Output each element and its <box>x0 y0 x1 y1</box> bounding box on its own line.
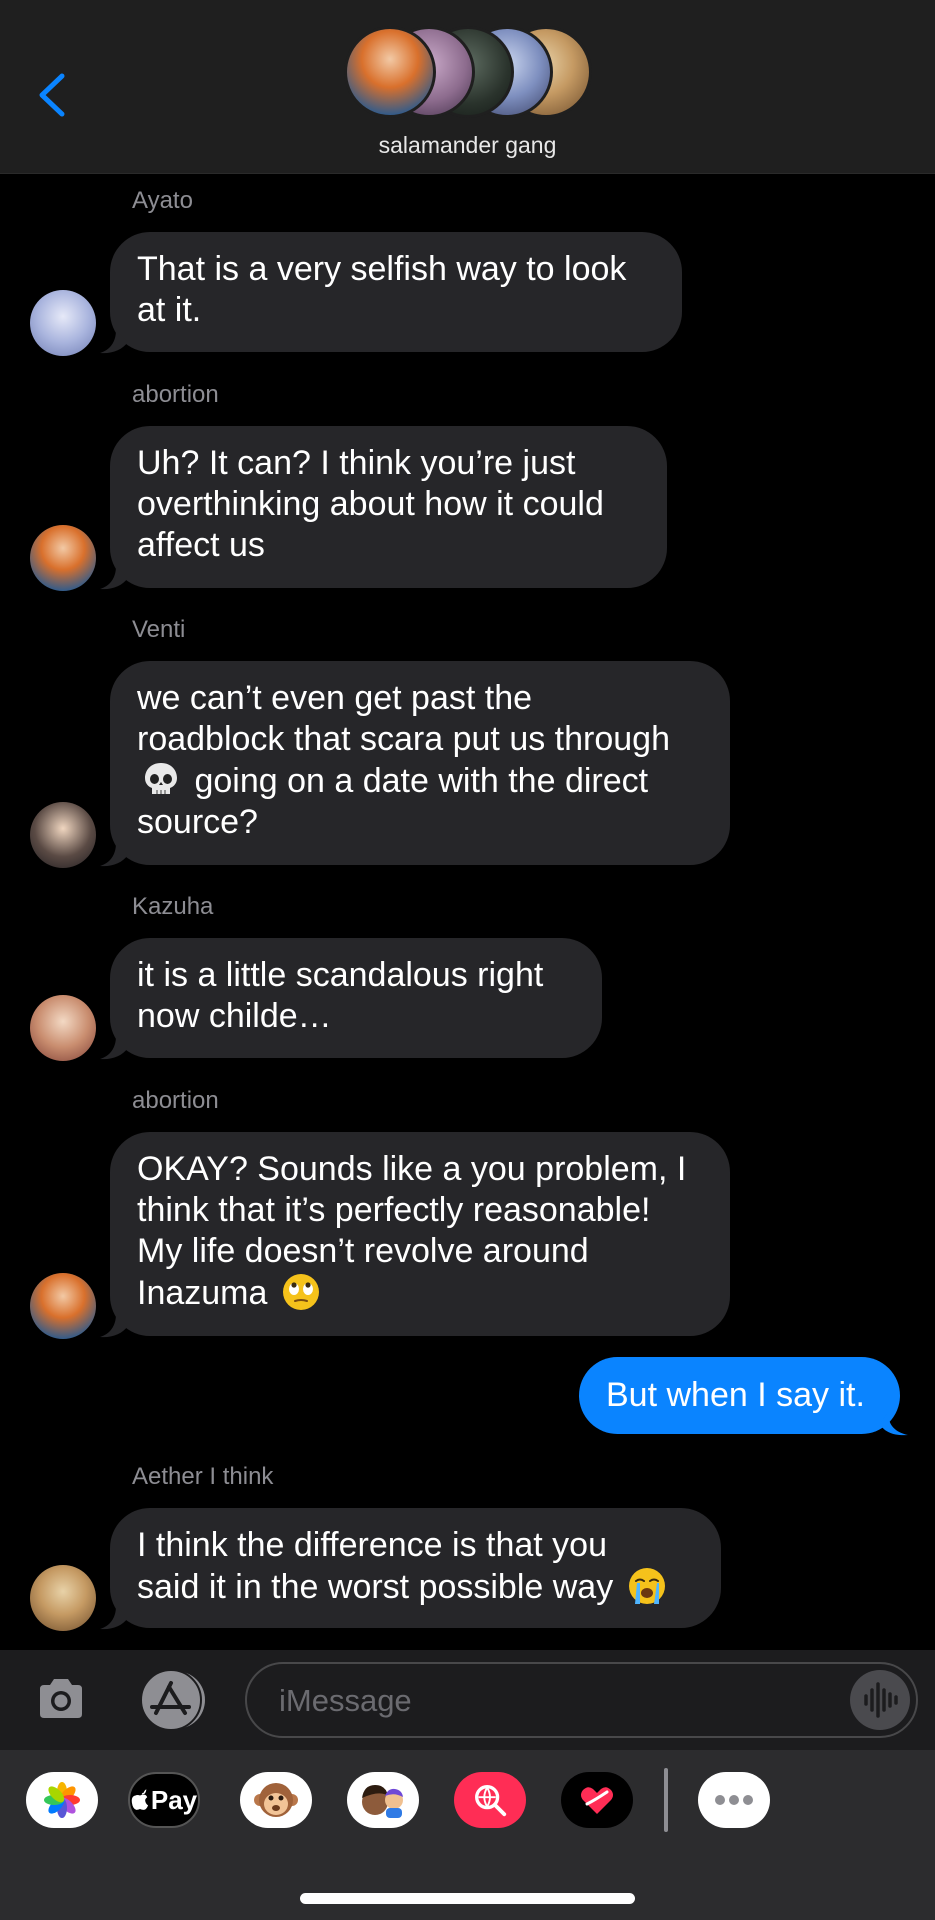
drawer-divider <box>664 1768 668 1832</box>
sender-name: Aether I think <box>132 1463 274 1490</box>
message-line: going on a date with the direct <box>194 762 649 800</box>
more-icon[interactable] <box>698 1772 770 1828</box>
avatar[interactable] <box>30 995 96 1061</box>
sender-name: Venti <box>132 616 186 643</box>
camera-icon[interactable] <box>34 1672 88 1726</box>
app-drawer: Pay <box>0 1750 935 1920</box>
message-line: Uh? It can? I think you’re just <box>137 444 576 482</box>
bubble-tail <box>100 566 128 590</box>
message-line: OKAY? Sounds like a you problem, I <box>137 1150 687 1188</box>
waveform-icon <box>864 1682 898 1718</box>
message-line: think that it’s perfectly reasonable! <box>137 1191 651 1229</box>
skull-emoji <box>145 763 177 794</box>
message-line: I think the difference is that you <box>137 1526 607 1564</box>
message-line: roadblock that scara put us through <box>137 720 670 758</box>
message-line: now childe… <box>137 997 332 1035</box>
conversation-header: salamander gang <box>0 0 935 174</box>
message-line: it is a little scandalous right <box>137 956 544 994</box>
group-name[interactable]: salamander gang <box>0 132 935 159</box>
group-avatar-stack[interactable] <box>344 26 592 118</box>
digital-touch-icon[interactable] <box>561 1772 633 1828</box>
bubble-tail <box>100 843 128 867</box>
apple-logo-icon <box>131 1789 148 1810</box>
message-bubble[interactable]: That is a very selfish way to look at it… <box>110 232 682 352</box>
bubble-tail <box>100 1606 128 1630</box>
bubble-tail <box>100 1036 128 1060</box>
avatar[interactable] <box>30 1565 96 1631</box>
message-bubble[interactable]: OKAY? Sounds like a you problem, I think… <box>110 1132 730 1336</box>
message-line: source? <box>137 803 258 841</box>
bubble-tail <box>100 1314 128 1338</box>
animoji-icon[interactable] <box>240 1772 312 1828</box>
message-bubble[interactable]: I think the difference is that you said … <box>110 1508 721 1628</box>
sent-message-bubble[interactable]: But when I say it. <box>579 1357 900 1434</box>
apple-pay-icon[interactable]: Pay <box>128 1772 200 1828</box>
group-avatar <box>344 26 436 118</box>
sender-name: Kazuha <box>132 893 214 920</box>
memoji-icon[interactable] <box>347 1772 419 1828</box>
chevron-left-icon[interactable] <box>34 70 68 120</box>
message-line: we can’t even get past the <box>137 679 533 717</box>
eye-roll-emoji <box>282 1274 319 1310</box>
avatar[interactable] <box>30 1273 96 1339</box>
avatar[interactable] <box>30 802 96 868</box>
message-line: said it in the worst possible way <box>137 1568 614 1606</box>
message-line: But when I say it. <box>606 1376 865 1414</box>
message-line: My life doesn’t revolve around <box>137 1232 589 1270</box>
message-line: That is a very selfish way to look <box>137 250 627 288</box>
photos-icon[interactable] <box>26 1772 98 1828</box>
message-line: overthinking about how it could <box>137 485 604 523</box>
message-input[interactable]: iMessage <box>245 1662 918 1738</box>
crying-emoji <box>628 1568 665 1604</box>
web-search-icon[interactable] <box>454 1772 526 1828</box>
app-store-icon[interactable] <box>138 1667 208 1733</box>
message-bubble[interactable]: it is a little scandalous right now chil… <box>110 938 602 1058</box>
bubble-tail <box>100 330 128 354</box>
compose-bar: iMessage <box>0 1650 935 1750</box>
bubble-tail <box>880 1412 908 1436</box>
home-indicator[interactable] <box>300 1893 635 1904</box>
message-line: at it. <box>137 291 202 329</box>
message-input-placeholder: iMessage <box>279 1683 412 1718</box>
sender-name: Ayato <box>132 187 193 214</box>
apple-pay-label: Pay <box>150 1784 198 1815</box>
sender-name: abortion <box>132 1087 219 1114</box>
audio-message-button[interactable] <box>850 1670 910 1730</box>
message-bubble[interactable]: we can’t even get past the roadblock tha… <box>110 661 730 865</box>
message-line: Inazuma <box>137 1274 268 1312</box>
avatar[interactable] <box>30 290 96 356</box>
message-bubble[interactable]: Uh? It can? I think you’re just overthin… <box>110 426 667 588</box>
avatar[interactable] <box>30 525 96 591</box>
sender-name: abortion <box>132 381 219 408</box>
message-line: affect us <box>137 526 265 564</box>
